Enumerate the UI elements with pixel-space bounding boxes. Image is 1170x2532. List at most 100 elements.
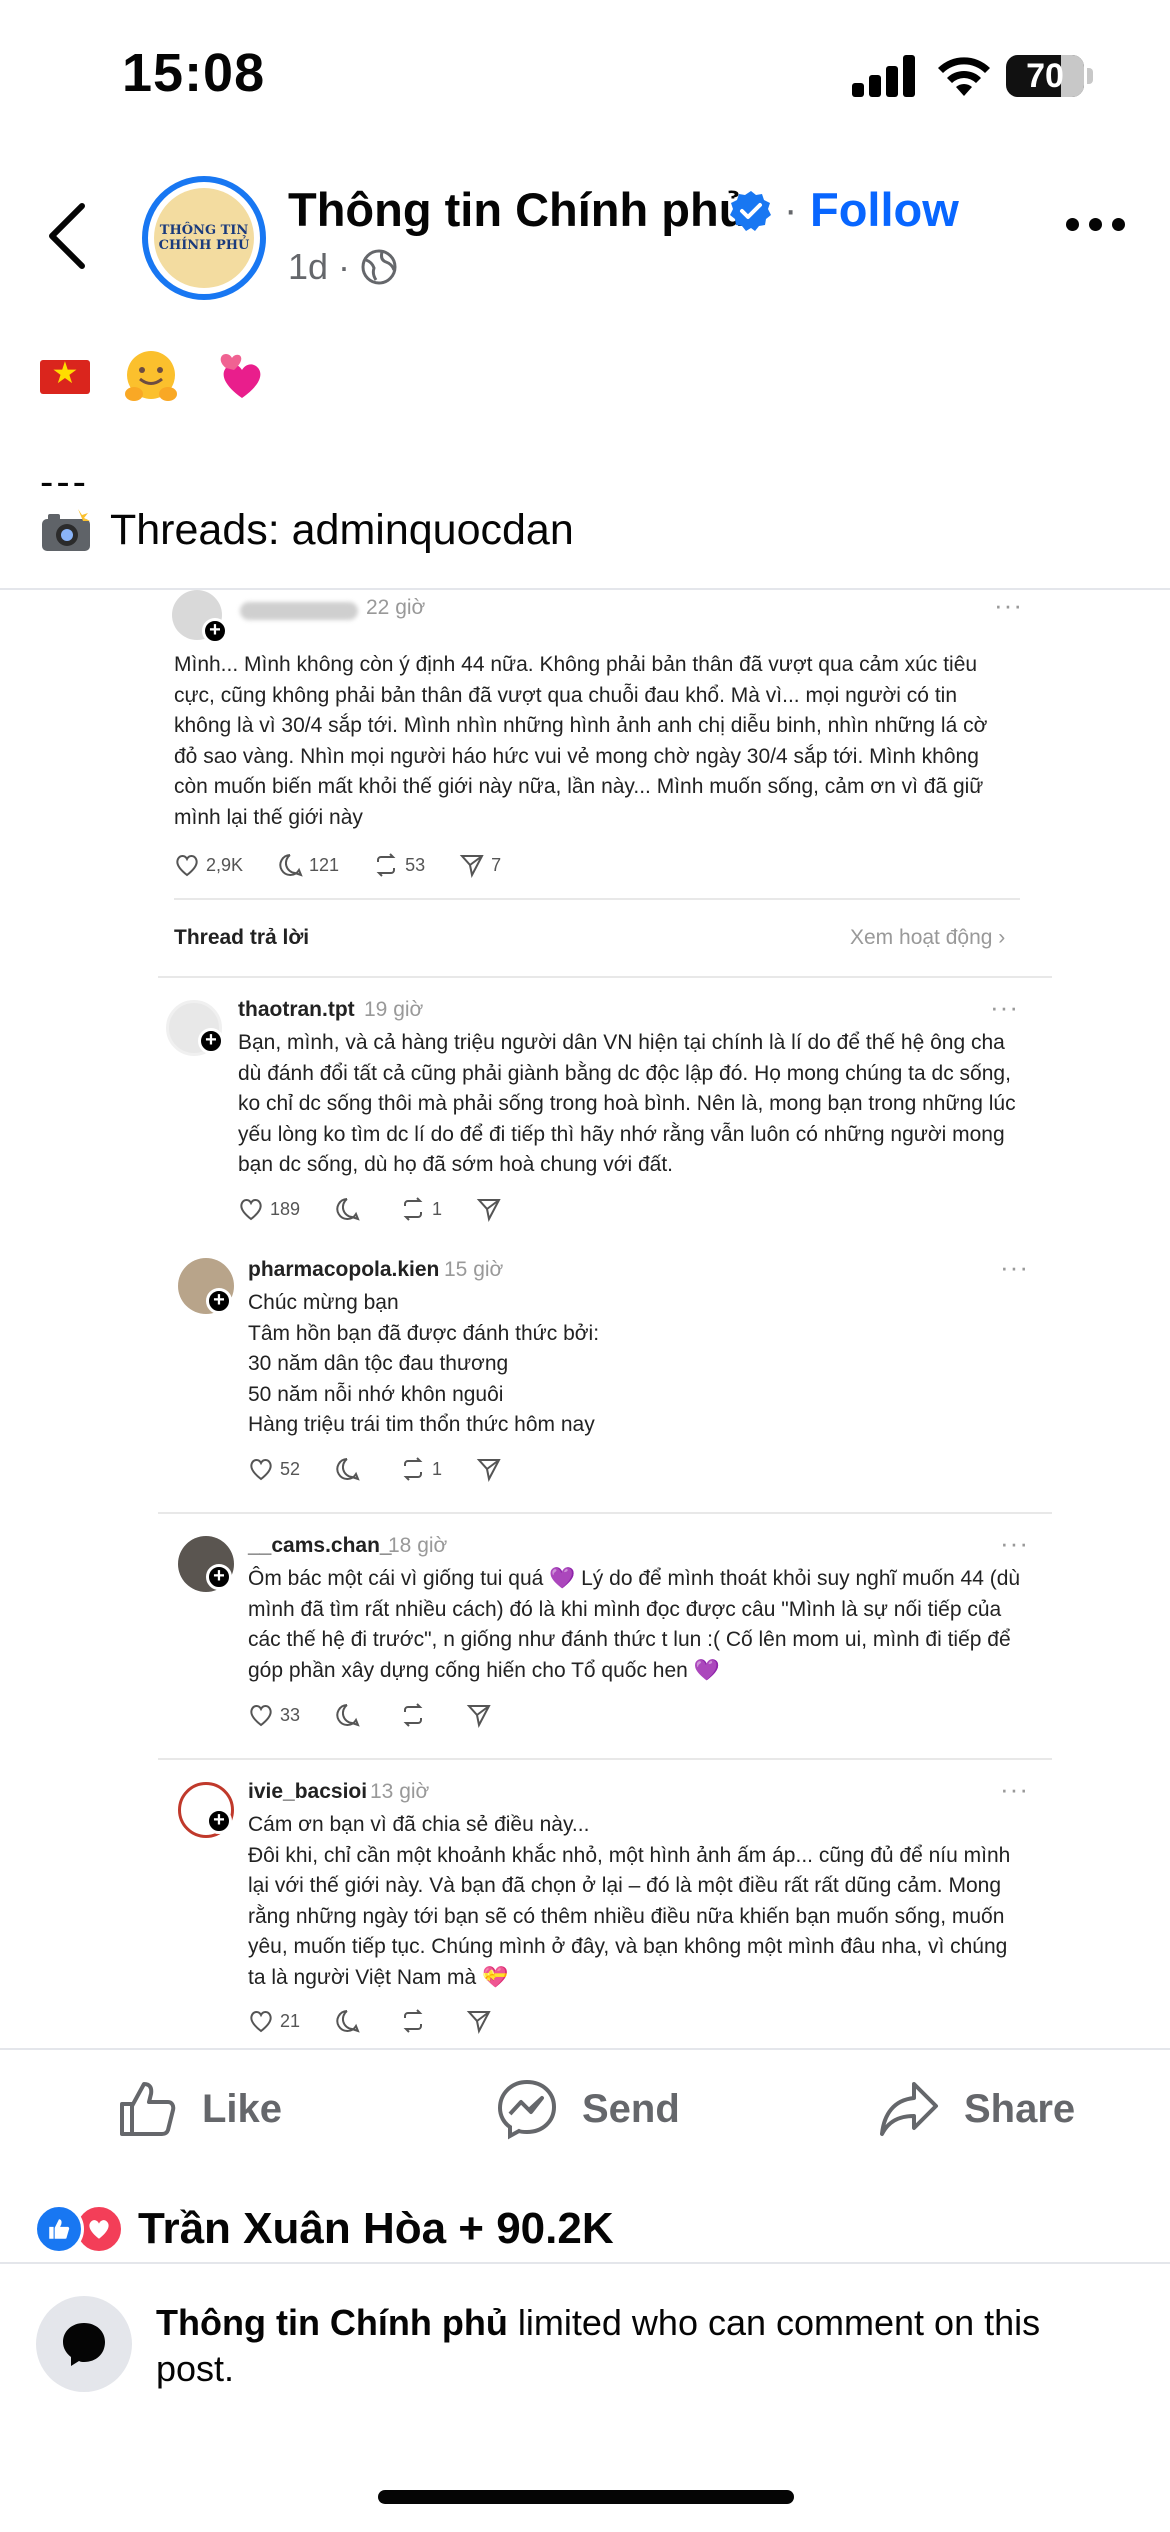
- thumbs-up-icon: [120, 2082, 176, 2136]
- post-action-bar: Like Send Share: [0, 2070, 1170, 2154]
- share-button[interactable]: Share: [878, 2078, 1075, 2140]
- reply-more-icon: ···: [1000, 1528, 1029, 1558]
- page-avatar[interactable]: THÔNG TIN CHÍNH PHỦ: [142, 176, 266, 300]
- original-more-icon: ···: [994, 590, 1023, 620]
- more-options-icon[interactable]: [1064, 214, 1128, 234]
- reply-time: 19 giờ: [364, 998, 424, 1021]
- globe-icon: [361, 249, 397, 285]
- notice-page-name: Thông tin Chính phủ: [156, 2302, 508, 2343]
- heart-icon: 189: [238, 1196, 300, 1222]
- cellular-signal-icon: [852, 55, 916, 97]
- reply-text: Chúc mừng bạn Tâm hồn bạn đã được đánh t…: [248, 1291, 600, 1436]
- verified-badge-icon: [730, 191, 771, 231]
- reply-actions: 189 1: [238, 1196, 502, 1222]
- divider: [174, 898, 1020, 900]
- comment-icon: 121: [277, 852, 339, 878]
- reply-time: 15 giờ: [444, 1258, 504, 1281]
- comment-icon: [334, 1702, 366, 1728]
- send-icon: [466, 2008, 492, 2034]
- share-arrow-icon: [880, 2082, 938, 2136]
- reply-more-icon: ···: [1000, 1252, 1029, 1282]
- share-label: Share: [964, 2086, 1076, 2131]
- divider: [158, 1512, 1052, 1514]
- text-separator: ---: [40, 460, 89, 504]
- send-icon: [476, 1196, 502, 1222]
- reactions-text: Trần Xuân Hòa + 90.2K: [138, 2204, 614, 2253]
- comment-icon: [334, 1196, 366, 1222]
- reply-username: ivie_bacsioi: [248, 1780, 368, 1803]
- follow-plus-icon: +: [198, 1028, 224, 1054]
- reactions-summary[interactable]: Trần Xuân Hòa + 90.2K: [34, 2204, 614, 2254]
- page-logo: THÔNG TIN CHÍNH PHỦ: [154, 188, 254, 288]
- follow-plus-icon: +: [202, 618, 228, 644]
- reply-username: pharmacopola.kien: [248, 1258, 440, 1281]
- reply-actions: 33: [248, 1702, 492, 1728]
- follow-plus-icon: +: [206, 1288, 232, 1314]
- post-image[interactable]: + 22 giờ ··· Mình... Mình không còn ý đị…: [0, 588, 1170, 2050]
- status-time: 15:08: [122, 43, 266, 103]
- heart-icon: 52: [248, 1456, 300, 1482]
- send-icon: [476, 1456, 502, 1482]
- send-icon: 7: [459, 852, 501, 878]
- battery-icon: 70: [1006, 55, 1093, 97]
- repost-icon: 53: [373, 852, 425, 878]
- reply-username: thaotran.tpt: [238, 998, 355, 1021]
- send-label: Send: [582, 2086, 680, 2131]
- messenger-icon: [497, 2079, 557, 2140]
- original-time: 22 giờ: [366, 596, 426, 619]
- reply-actions: 21: [248, 2008, 492, 2034]
- follow-button[interactable]: Follow: [810, 182, 959, 237]
- status-bar: 15:08 70: [0, 0, 1170, 150]
- threads-text: Threads: adminquocdan: [110, 506, 574, 554]
- divider: [158, 1758, 1052, 1760]
- original-text: Mình... Mình không còn ý định 44 nữa. Kh…: [174, 653, 988, 829]
- back-arrow-icon[interactable]: [44, 200, 94, 272]
- like-label: Like: [202, 2086, 283, 2131]
- like-button[interactable]: Like: [116, 2078, 282, 2140]
- repost-icon: [400, 1702, 432, 1728]
- reply-text: Ôm bác một cái vì giống tui quá 💜 Lý do …: [248, 1567, 1021, 1682]
- send-icon: [466, 1702, 492, 1728]
- reply-more-icon: ···: [990, 992, 1019, 1022]
- page-name[interactable]: Thông tin Chính phủ: [288, 182, 747, 237]
- follow-plus-icon: +: [206, 1808, 232, 1834]
- send-button[interactable]: Send: [496, 2078, 680, 2140]
- comment-bubble-icon: [36, 2296, 132, 2392]
- threads-line: Threads: adminquocdan: [40, 506, 574, 555]
- home-indicator[interactable]: [378, 2490, 794, 2504]
- logo-text-top: THÔNG TIN: [159, 223, 249, 238]
- post-timestamp: 1d ·: [288, 246, 351, 287]
- thread-reply-label: Thread trả lời: [174, 926, 310, 949]
- reply-more-icon: ···: [1000, 1774, 1029, 1804]
- see-activity-link: Xem hoạt động ›: [850, 926, 1006, 949]
- reply-time: 13 giờ: [370, 1780, 430, 1803]
- revolving-hearts-icon: [212, 348, 270, 406]
- heart-icon: 21: [248, 2008, 300, 2034]
- post-emoji-row: [40, 348, 270, 406]
- repost-icon: 1: [400, 1456, 442, 1482]
- reply-actions: 52 1: [248, 1456, 502, 1482]
- divider: [158, 976, 1052, 978]
- battery-level: 70: [1026, 57, 1064, 95]
- heart-icon: 33: [248, 1702, 300, 1728]
- follow-plus-icon: +: [206, 1564, 232, 1590]
- comment-icon: [334, 2008, 366, 2034]
- comment-limit-notice: Thông tin Chính phủ limited who can comm…: [156, 2300, 1096, 2392]
- blurred-username: [240, 602, 358, 620]
- reply-text: Bạn, mình, và cả hàng triệu người dân VN…: [238, 1031, 1016, 1176]
- like-reaction-icon: [34, 2204, 84, 2254]
- divider: [0, 2262, 1170, 2264]
- repost-icon: 1: [400, 1196, 442, 1222]
- reply-username: __cams.chan_: [248, 1534, 392, 1557]
- hugging-face-icon: [122, 348, 180, 406]
- logo-text-bottom: CHÍNH PHỦ: [158, 238, 250, 253]
- comment-icon: [334, 1456, 366, 1482]
- vietnam-flag-icon: [40, 356, 90, 394]
- heart-icon: 2,9K: [174, 852, 243, 878]
- repost-icon: [400, 2008, 432, 2034]
- reply-time: 18 giờ: [388, 1534, 448, 1557]
- separator-dot: ·: [784, 188, 798, 232]
- original-actions: 2,9K 121 53 7: [174, 852, 501, 878]
- reply-text: Cám ơn bạn vì đã chia sẻ điều này... Đôi…: [248, 1813, 1011, 1989]
- camera-flash-icon: [42, 508, 90, 551]
